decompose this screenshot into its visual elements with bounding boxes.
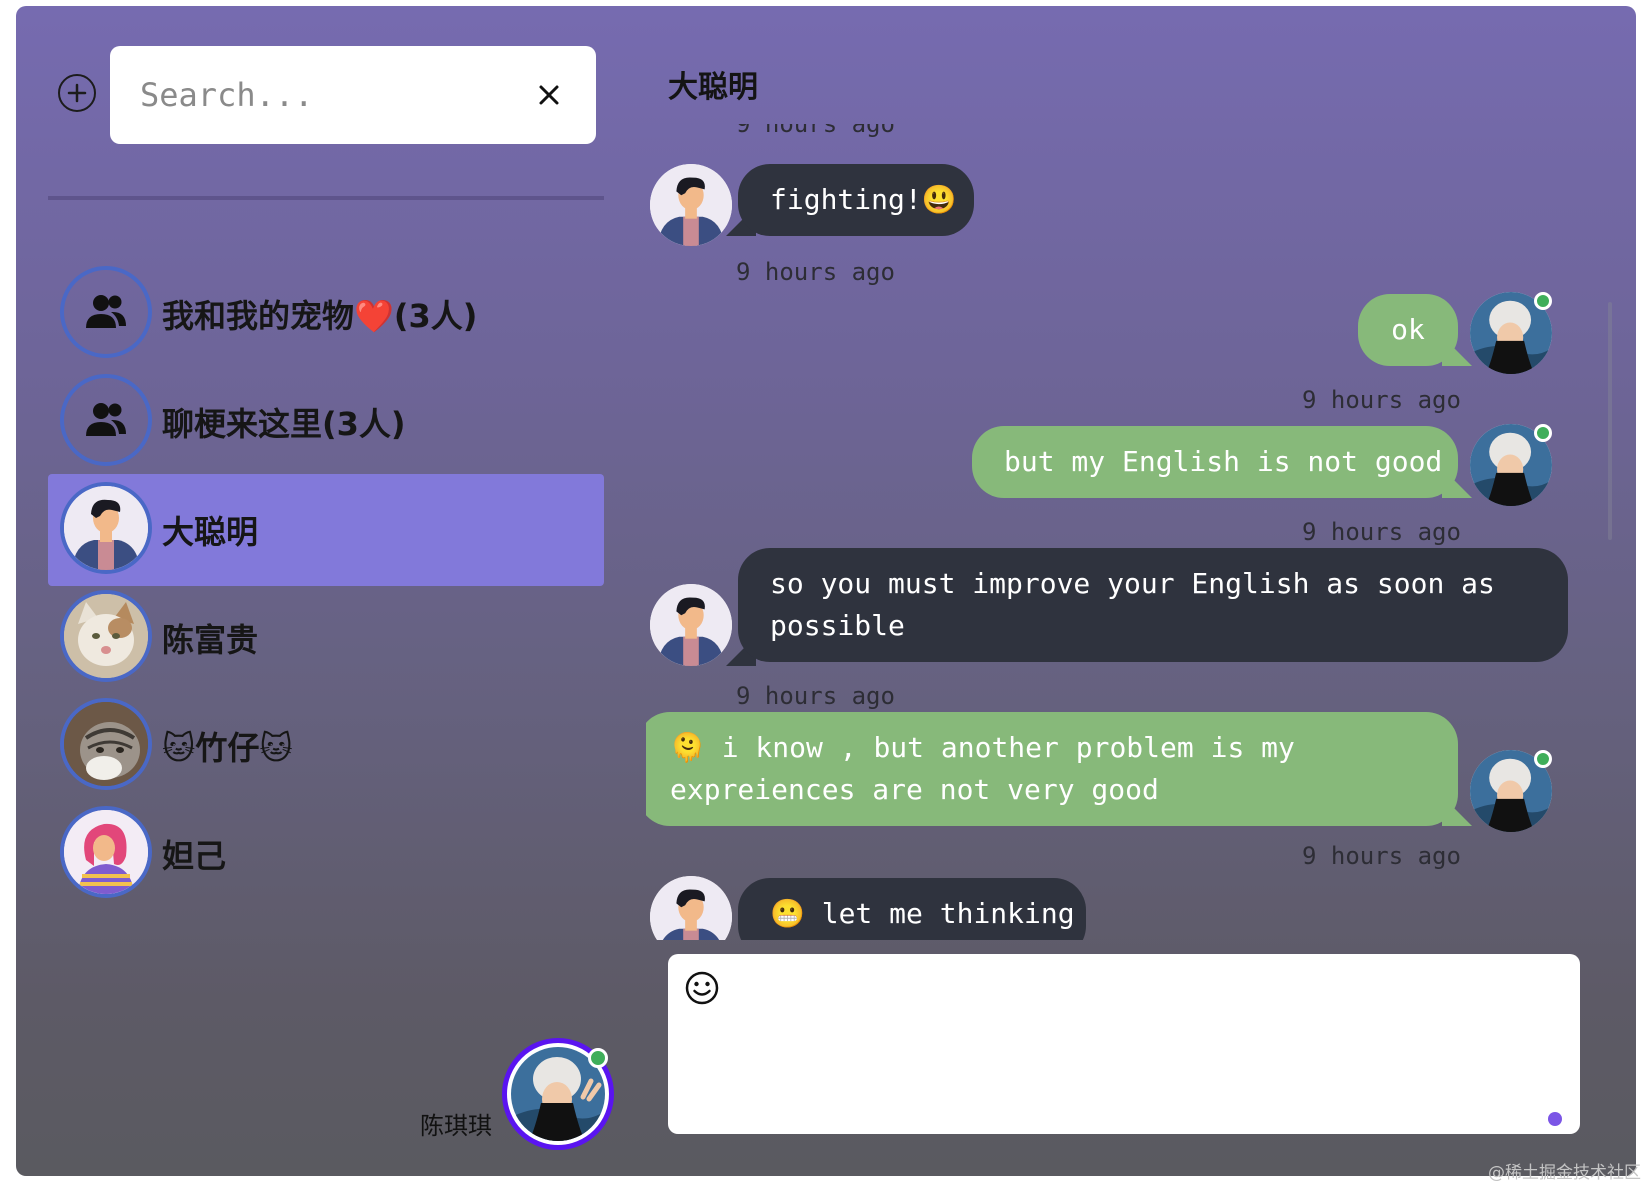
online-status-dot bbox=[1534, 750, 1552, 768]
message-composer bbox=[668, 954, 1580, 1134]
message-bubble: 🫠 i know , but another problem is my exp… bbox=[646, 712, 1458, 826]
tabby-cat-photo-avatar bbox=[60, 698, 152, 790]
contact-item-pets-group[interactable]: 我和我的宠物❤️(3人) bbox=[48, 258, 604, 370]
online-status-dot bbox=[1534, 424, 1552, 442]
add-chat-button[interactable] bbox=[58, 74, 96, 112]
message-input[interactable] bbox=[684, 1014, 1544, 1114]
smiley-icon bbox=[685, 971, 719, 1005]
sender-avatar bbox=[650, 164, 732, 246]
contact-name: 陈富贵 bbox=[162, 621, 259, 659]
sender-avatar bbox=[650, 584, 732, 666]
contact-item-dacongming[interactable]: 大聪明 bbox=[48, 474, 604, 586]
cartoon-man-avatar bbox=[60, 482, 152, 574]
contact-name: 大聪明 bbox=[162, 513, 259, 551]
cartoon-woman-icon bbox=[64, 810, 148, 894]
users-icon bbox=[86, 403, 126, 436]
online-status-dot bbox=[588, 1048, 608, 1068]
message-bubble: fighting!😃 bbox=[738, 164, 974, 236]
message-bubble: 😬 let me thinking bbox=[738, 878, 1086, 940]
message-list[interactable]: 9 hours ago fighting!😃 9 hours ago ok 9 … bbox=[646, 124, 1606, 940]
cat-photo-avatar bbox=[60, 590, 152, 682]
message-time: 9 hours ago bbox=[1302, 518, 1461, 546]
message-time: 9 hours ago bbox=[736, 682, 895, 710]
close-icon bbox=[539, 85, 559, 105]
cartoon-man-icon bbox=[650, 584, 732, 666]
cartoon-man-icon bbox=[650, 164, 732, 246]
cartoon-woman-avatar bbox=[60, 806, 152, 898]
message-time: 9 hours ago bbox=[736, 124, 895, 138]
message-bubble: so you must improve your English as soon… bbox=[738, 548, 1568, 662]
emoji-button[interactable] bbox=[684, 970, 720, 1006]
contact-name: 我和我的宠物❤️(3人) bbox=[162, 297, 478, 335]
sender-avatar bbox=[650, 876, 732, 940]
users-icon bbox=[86, 295, 126, 328]
contact-item-zhuzai[interactable]: 🐱竹仔🐱 bbox=[48, 690, 604, 802]
plus-circle-icon bbox=[67, 83, 87, 103]
online-status-dot bbox=[1534, 292, 1552, 310]
cartoon-man-icon bbox=[650, 876, 732, 940]
current-user-name: 陈琪琪 bbox=[420, 1112, 492, 1140]
group-avatar bbox=[60, 374, 152, 466]
group-avatar bbox=[60, 266, 152, 358]
chat-app-window: 我和我的宠物❤️(3人) 聊梗来这里(3人) 大聪明 bbox=[16, 6, 1636, 1176]
search-input[interactable] bbox=[140, 70, 520, 120]
contact-item-daji[interactable]: 妲己 bbox=[48, 798, 604, 910]
watermark: @稀土掘金技术社区 bbox=[1488, 1163, 1641, 1183]
search-clear-button[interactable] bbox=[534, 80, 564, 110]
message-time: 9 hours ago bbox=[1302, 842, 1461, 870]
message-bubble: but my English is not good bbox=[972, 426, 1458, 498]
contact-name: 🐱竹仔🐱 bbox=[162, 729, 293, 767]
message-scrollbar[interactable] bbox=[1608, 302, 1612, 540]
contact-name: 聊梗来这里(3人) bbox=[162, 405, 406, 443]
contact-item-memes-group[interactable]: 聊梗来这里(3人) bbox=[48, 366, 604, 478]
cat-icon bbox=[64, 594, 148, 678]
tabby-cat-icon bbox=[64, 702, 148, 786]
chat-title: 大聪明 bbox=[668, 70, 758, 105]
cartoon-man-icon bbox=[64, 486, 148, 570]
send-dot-icon[interactable] bbox=[1548, 1112, 1562, 1126]
sidebar-divider bbox=[48, 196, 604, 200]
contact-name: 妲己 bbox=[162, 837, 227, 875]
message-time: 9 hours ago bbox=[1302, 386, 1461, 414]
contact-item-chenfugui[interactable]: 陈富贵 bbox=[48, 582, 604, 694]
message-time: 9 hours ago bbox=[736, 258, 895, 286]
search-box bbox=[110, 46, 596, 144]
